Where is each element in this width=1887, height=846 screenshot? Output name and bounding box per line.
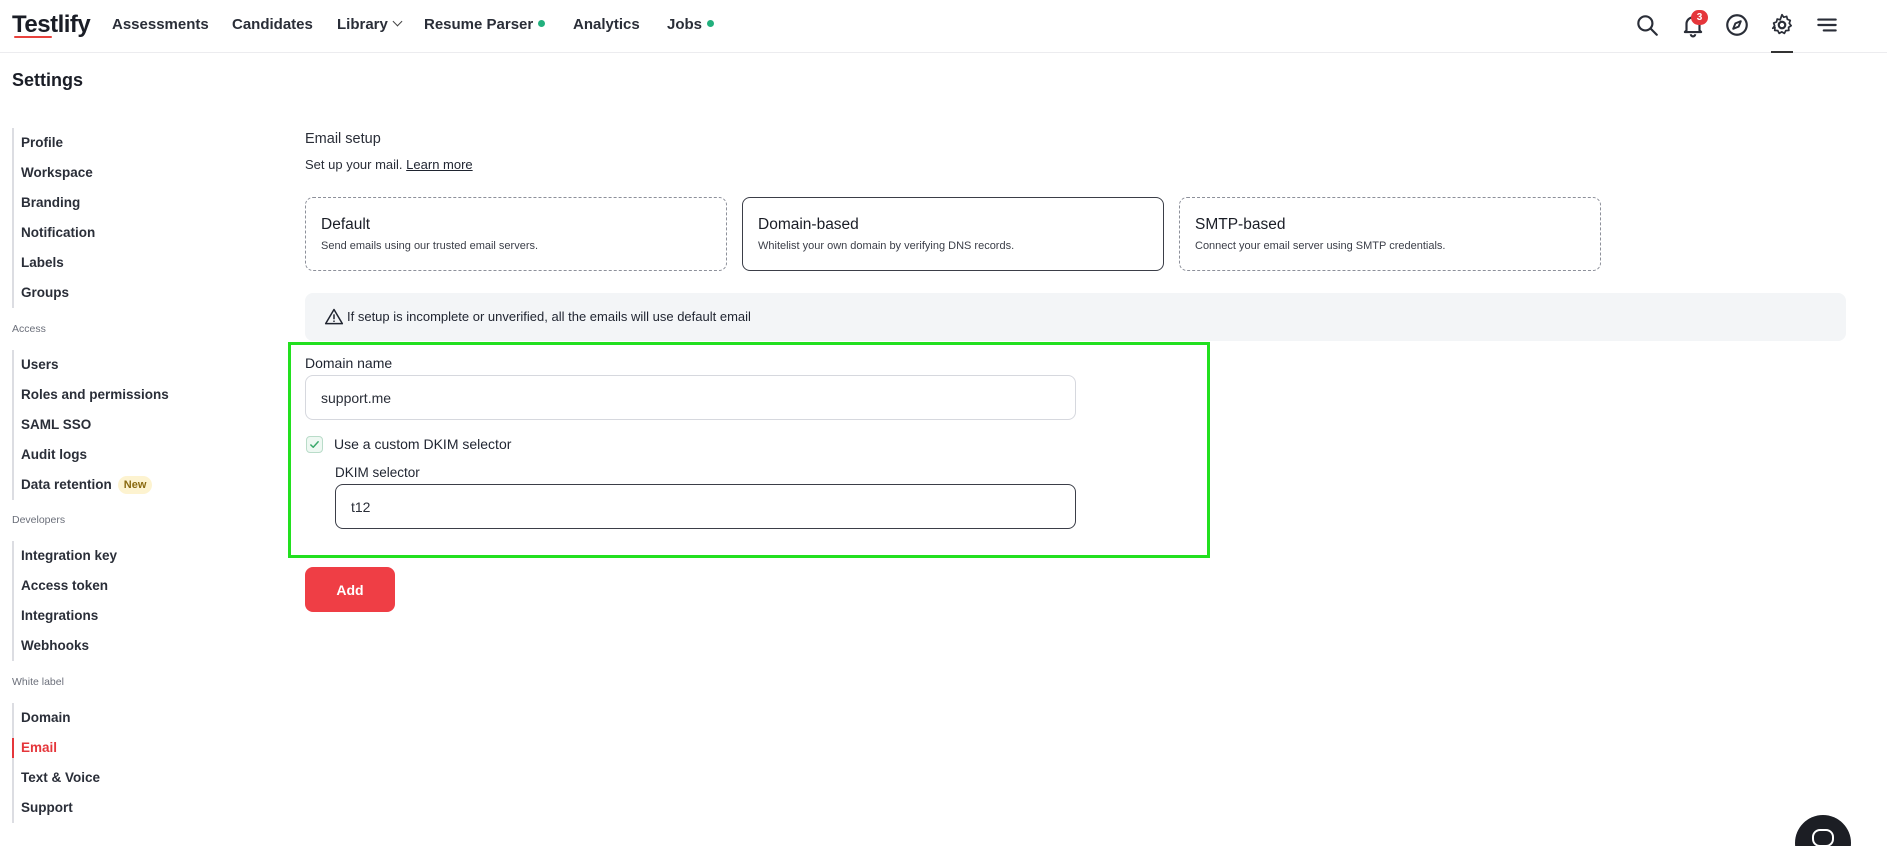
- sidebar-item-access-token[interactable]: Access token: [14, 571, 117, 601]
- section-subtitle: Set up your mail. Learn more: [305, 157, 473, 172]
- notice-text: If setup is incomplete or unverified, al…: [347, 309, 751, 324]
- menu-icon[interactable]: [1814, 12, 1840, 38]
- option-title: SMTP-based: [1195, 216, 1286, 233]
- dkim-selector-label: DKIM selector: [335, 465, 420, 480]
- sidebar-item-text-voice[interactable]: Text & Voice: [14, 763, 100, 793]
- nav-jobs[interactable]: Jobs: [667, 16, 715, 33]
- learn-more-link[interactable]: Learn more: [406, 157, 472, 172]
- status-dot-icon: [538, 20, 546, 27]
- option-card-smtp-based[interactable]: SMTP-based Connect your email server usi…: [1179, 197, 1601, 271]
- option-card-default[interactable]: Default Send emails using our trusted em…: [305, 197, 727, 271]
- option-description: Send emails using our trusted email serv…: [321, 240, 539, 252]
- sidebar-developers: Integration key Access token Integration…: [12, 541, 117, 661]
- custom-dkim-checkbox[interactable]: [306, 436, 323, 453]
- subtitle-text: Set up your mail.: [305, 157, 403, 172]
- chat-widget-button[interactable]: [1795, 815, 1851, 846]
- nav-assessments[interactable]: Assessments: [112, 16, 209, 33]
- sidebar-item-profile[interactable]: Profile: [14, 128, 95, 158]
- chevron-down-icon: [392, 16, 403, 27]
- nav-candidates[interactable]: Candidates: [232, 16, 313, 33]
- sidebar-item-roles[interactable]: Roles and permissions: [14, 380, 169, 410]
- sidebar-item-support[interactable]: Support: [14, 793, 100, 823]
- sidebar-item-notification[interactable]: Notification: [14, 218, 95, 248]
- option-description: Whitelist your own domain by verifying D…: [758, 240, 1015, 252]
- sidebar-heading-white-label: White label: [12, 676, 64, 688]
- sidebar-item-labels[interactable]: Labels: [14, 248, 95, 278]
- sidebar-item-saml-sso[interactable]: SAML SSO: [14, 410, 169, 440]
- domain-name-label: Domain name: [305, 355, 393, 371]
- notification-count-badge: 3: [1691, 10, 1708, 25]
- option-title: Default: [321, 216, 371, 233]
- sidebar-item-users[interactable]: Users: [14, 350, 169, 380]
- sidebar-item-webhooks[interactable]: Webhooks: [14, 631, 117, 661]
- setup-notice: If setup is incomplete or unverified, al…: [305, 293, 1846, 341]
- dkim-selector-input[interactable]: [335, 484, 1076, 529]
- sidebar-white-label: Domain Email Text & Voice Support: [11, 703, 100, 823]
- sidebar-item-integration-key[interactable]: Integration key: [14, 541, 117, 571]
- logo-underline: [14, 36, 52, 38]
- option-title: Domain-based: [758, 216, 859, 233]
- status-dot-icon: [707, 20, 715, 27]
- active-tab-indicator: [1771, 51, 1793, 53]
- sidebar-access: Users Roles and permissions SAML SSO Aud…: [12, 350, 169, 500]
- sidebar-heading-access: Access: [12, 323, 46, 335]
- sidebar-item-email[interactable]: Email: [11, 733, 100, 763]
- page-title: Settings: [12, 70, 84, 90]
- option-card-domain-based[interactable]: Domain-based Whitelist your own domain b…: [742, 197, 1164, 271]
- gear-icon[interactable]: [1769, 12, 1795, 38]
- sidebar-heading-developers: Developers: [12, 514, 66, 526]
- sidebar-item-branding[interactable]: Branding: [14, 188, 95, 218]
- sidebar-item-domain[interactable]: Domain: [14, 703, 100, 733]
- new-badge: New: [117, 476, 153, 494]
- add-button[interactable]: Add: [305, 567, 395, 612]
- top-navbar: Testlify Assessments Candidates Library …: [0, 0, 1887, 53]
- section-title: Email setup: [305, 131, 381, 147]
- nav-resume-parser-label: Resume Parser: [424, 16, 534, 33]
- sidebar-item-data-retention[interactable]: Data retention New: [14, 470, 169, 500]
- sidebar-item-label: Data retention: [21, 477, 112, 492]
- chat-icon: [1812, 829, 1834, 846]
- sidebar-item-integrations[interactable]: Integrations: [14, 601, 117, 631]
- nav-analytics[interactable]: Analytics: [573, 16, 640, 33]
- nav-library[interactable]: Library: [337, 16, 403, 33]
- sidebar-item-groups[interactable]: Groups: [14, 278, 95, 308]
- search-icon[interactable]: [1634, 12, 1660, 38]
- option-description: Connect your email server using SMTP cre…: [1195, 240, 1446, 252]
- nav-resume-parser[interactable]: Resume Parser: [424, 16, 546, 33]
- domain-name-input[interactable]: [305, 375, 1076, 420]
- nav-library-label: Library: [337, 16, 388, 33]
- sidebar-item-audit-logs[interactable]: Audit logs: [14, 440, 169, 470]
- testlify-logo[interactable]: Testlify: [12, 11, 91, 39]
- nav-jobs-label: Jobs: [667, 16, 703, 33]
- sidebar-general: Profile Workspace Branding Notification …: [12, 128, 95, 308]
- sidebar-item-workspace[interactable]: Workspace: [14, 158, 95, 188]
- check-icon: [310, 441, 319, 448]
- custom-dkim-label[interactable]: Use a custom DKIM selector: [334, 436, 511, 452]
- warning-icon: [324, 308, 344, 325]
- compass-icon[interactable]: [1724, 12, 1750, 38]
